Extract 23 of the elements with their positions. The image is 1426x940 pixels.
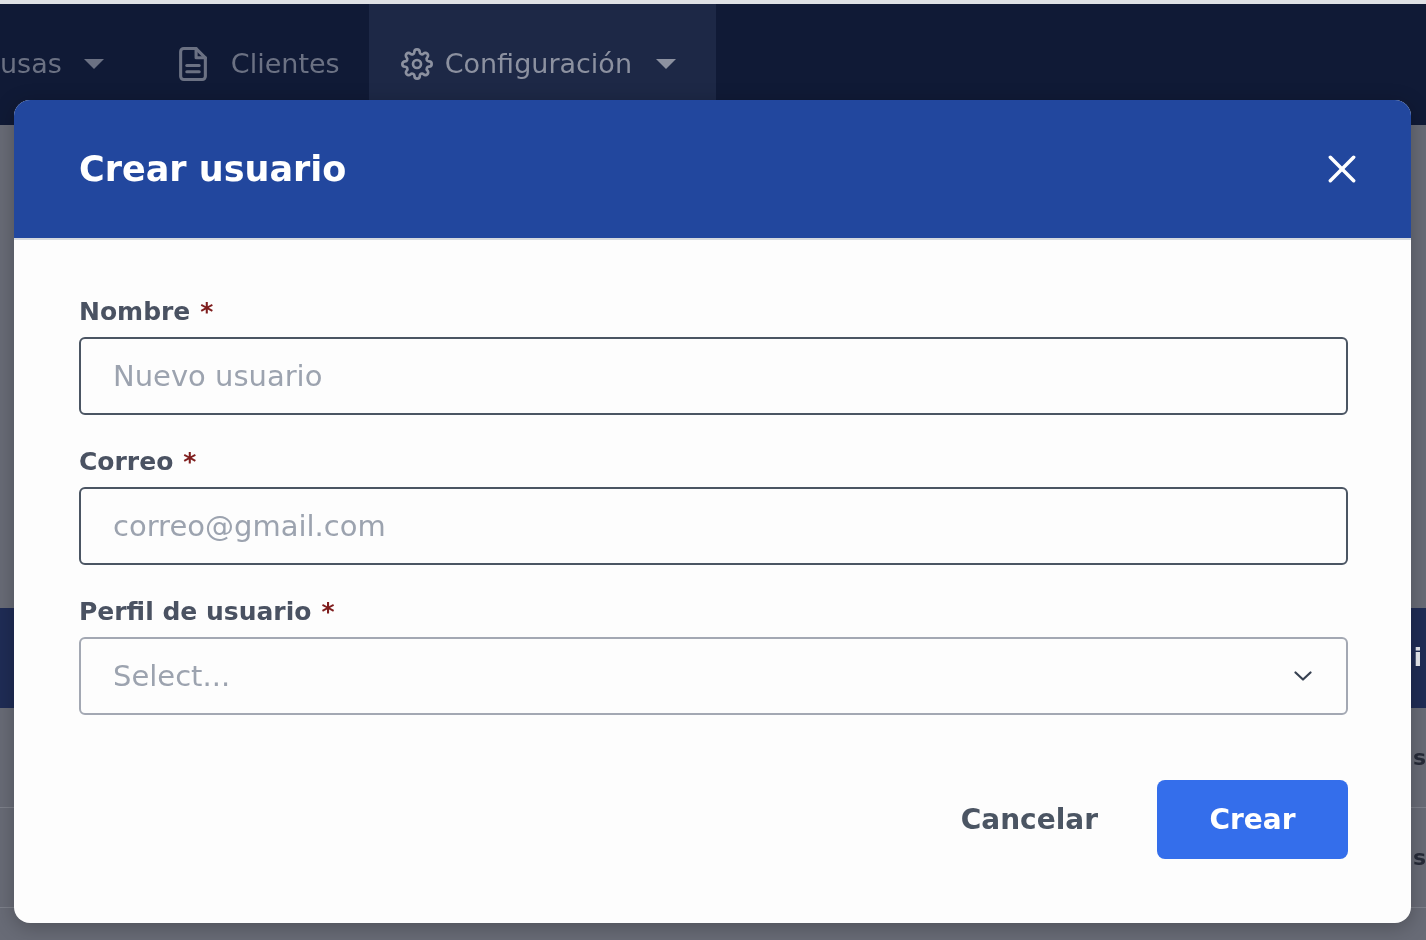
dialog-title: Crear usuario — [79, 149, 347, 189]
nav-item[interactable]: Clientes — [148, 4, 369, 100]
text-input[interactable]: correo@gmail.com — [79, 487, 1348, 565]
select-field[interactable]: Select... — [79, 637, 1348, 715]
nav-item[interactable]: Configuración — [368, 4, 716, 100]
field-label: Nombre — [79, 296, 191, 326]
text-input[interactable]: Nuevo usuario — [79, 337, 1348, 415]
field-label: Correo — [79, 446, 174, 476]
required-mark: * — [321, 596, 335, 626]
field-label: Perfil de usuario — [79, 596, 312, 626]
table-text: s — [1412, 745, 1426, 770]
required-mark: * — [183, 446, 197, 476]
table-text: s — [1412, 845, 1426, 870]
close-icon — [1328, 155, 1356, 183]
gear-icon — [400, 48, 433, 80]
cancel-button[interactable]: Cancelar — [932, 780, 1126, 859]
create-button[interactable]: Crear — [1157, 780, 1348, 859]
close-button[interactable] — [1328, 155, 1356, 183]
chevron-down-icon — [1294, 671, 1312, 681]
banner-text: i — [1413, 644, 1422, 672]
nav-item[interactable]: usas — [0, 4, 149, 100]
required-mark: * — [200, 296, 214, 326]
document-icon — [178, 47, 207, 81]
